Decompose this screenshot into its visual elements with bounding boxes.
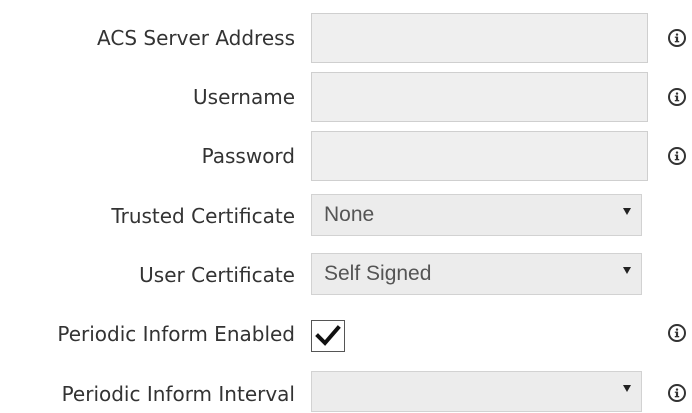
password-row: Password bbox=[0, 131, 692, 183]
periodic-inform-interval-select[interactable] bbox=[311, 371, 642, 412]
user-certificate-label: User Certificate bbox=[139, 263, 295, 287]
info-icon[interactable] bbox=[668, 147, 686, 165]
user-certificate-value: Self Signed bbox=[324, 262, 432, 285]
periodic-inform-interval-row: Periodic Inform Interval bbox=[0, 371, 692, 413]
checkmark-icon bbox=[315, 325, 341, 346]
info-icon[interactable] bbox=[668, 88, 686, 106]
periodic-inform-interval-label: Periodic Inform Interval bbox=[61, 382, 295, 406]
trusted-certificate-label: Trusted Certificate bbox=[111, 204, 295, 228]
user-certificate-select[interactable]: Self Signed bbox=[311, 253, 642, 295]
password-label: Password bbox=[201, 144, 295, 168]
acs-server-address-row: ACS Server Address bbox=[0, 13, 692, 65]
username-row: Username bbox=[0, 72, 692, 124]
info-icon[interactable] bbox=[668, 29, 686, 47]
info-icon[interactable] bbox=[668, 384, 686, 402]
password-input[interactable] bbox=[311, 131, 648, 181]
trusted-certificate-select[interactable]: None bbox=[311, 194, 642, 236]
chevron-down-icon bbox=[623, 208, 631, 215]
acs-server-address-label: ACS Server Address bbox=[97, 26, 295, 50]
info-icon[interactable] bbox=[668, 324, 686, 342]
chevron-down-icon bbox=[623, 385, 631, 392]
username-input[interactable] bbox=[311, 72, 648, 122]
periodic-inform-enabled-checkbox[interactable] bbox=[311, 320, 345, 352]
user-certificate-row: User Certificate Self Signed bbox=[0, 253, 692, 297]
periodic-inform-enabled-label: Periodic Inform Enabled bbox=[57, 322, 295, 346]
periodic-inform-enabled-row: Periodic Inform Enabled bbox=[0, 318, 692, 354]
username-label: Username bbox=[193, 85, 295, 109]
trusted-certificate-value: None bbox=[324, 203, 375, 226]
trusted-certificate-row: Trusted Certificate None bbox=[0, 194, 692, 238]
chevron-down-icon bbox=[623, 267, 631, 274]
acs-server-address-input[interactable] bbox=[311, 13, 648, 63]
